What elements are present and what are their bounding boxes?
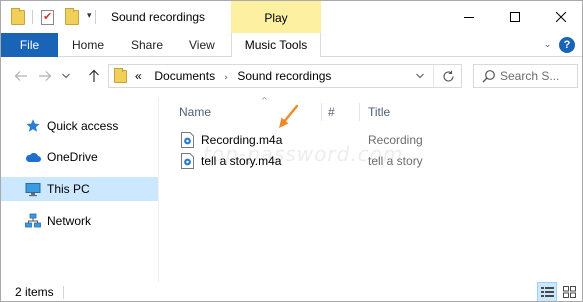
star-icon: [25, 118, 41, 134]
ribbon: File Home Share View Music Tools ⌄ ?: [1, 33, 582, 57]
breadcrumb-separator[interactable]: ›: [224, 73, 228, 83]
minimize-icon: [464, 17, 474, 18]
back-button[interactable]: [13, 66, 29, 86]
minimize-button[interactable]: [446, 1, 492, 33]
file-name: tell a story.m4a: [201, 154, 282, 168]
status-bar: 2 items: [1, 282, 582, 301]
divider: [63, 286, 64, 299]
title-bar[interactable]: ▾ Sound recordings Play: [1, 1, 582, 33]
nav-item-label: OneDrive: [47, 150, 98, 164]
refresh-icon: [442, 70, 454, 82]
file-row[interactable]: tell a story.m4a tell a story: [177, 150, 577, 172]
file-list: ^ Name # Title top-password.com Recordin…: [161, 96, 582, 282]
properties-icon[interactable]: [41, 8, 54, 26]
column-header-label: #: [328, 105, 335, 119]
explorer-window: ▾ Sound recordings Play File Home Share …: [0, 0, 583, 302]
details-view-icon: [540, 287, 554, 297]
back-arrow-icon: [14, 71, 27, 81]
nav-item-label: Quick access: [47, 119, 119, 133]
forward-arrow-icon: [39, 71, 52, 81]
file-title: Recording: [368, 133, 423, 147]
recent-locations-button[interactable]: [59, 66, 73, 86]
close-button[interactable]: [538, 1, 582, 33]
search-icon: [482, 70, 495, 83]
folder-icon: [114, 68, 127, 83]
up-arrow-icon: [89, 69, 99, 82]
breadcrumb: « Documents › Sound recordings: [135, 69, 331, 83]
forward-button[interactable]: [37, 66, 53, 86]
column-header-label: Name: [179, 105, 212, 119]
file-name: Recording.m4a: [201, 133, 283, 147]
search-box[interactable]: [473, 64, 578, 88]
tab-home[interactable]: Home: [72, 33, 104, 57]
details-view-button[interactable]: [537, 282, 557, 301]
breadcrumb-overflow[interactable]: «: [135, 69, 142, 83]
help-button[interactable]: ?: [559, 37, 575, 53]
column-divider[interactable]: [359, 103, 360, 121]
column-header-label: Title: [368, 105, 391, 119]
chevron-down-icon: [62, 73, 70, 79]
network-icon: [25, 213, 41, 229]
nav-item-onedrive[interactable]: OneDrive: [1, 145, 158, 169]
file-title: tell a story: [368, 154, 423, 168]
large-icons-view-button[interactable]: [559, 282, 579, 301]
column-header-title[interactable]: Title: [368, 100, 488, 124]
nav-item-label: Network: [47, 214, 92, 228]
refresh-button[interactable]: [433, 65, 462, 87]
column-header-number[interactable]: #: [328, 100, 358, 124]
breadcrumb-documents[interactable]: Documents: [154, 69, 215, 83]
chevron-down-icon: [416, 73, 424, 79]
nav-item-network[interactable]: Network: [1, 209, 158, 233]
item-count: 2 items: [15, 285, 54, 299]
nav-item-this-pc[interactable]: This PC: [1, 177, 158, 201]
tab-view[interactable]: View: [189, 33, 215, 57]
annotation-arrow-icon: [279, 104, 299, 128]
tab-share[interactable]: Share: [131, 33, 163, 57]
title-separator-icon: [95, 8, 96, 26]
navigation-pane: Quick access OneDrive This PC Network: [1, 97, 161, 282]
tab-file[interactable]: File: [1, 33, 58, 57]
breadcrumb-sound-recordings[interactable]: Sound recordings: [237, 69, 331, 83]
column-divider[interactable]: [321, 103, 322, 121]
file-row[interactable]: Recording.m4a Recording: [177, 129, 577, 151]
nav-item-label: This PC: [47, 182, 90, 196]
maximize-icon: [510, 12, 520, 22]
new-folder-icon[interactable]: [65, 7, 79, 26]
divider: [32, 10, 33, 24]
nav-item-quick-access[interactable]: Quick access: [1, 114, 158, 138]
maximize-button[interactable]: [492, 1, 538, 33]
up-button[interactable]: [85, 66, 103, 86]
tab-music-tools[interactable]: Music Tools: [231, 33, 321, 57]
pane-splitter[interactable]: [158, 97, 159, 282]
audio-file-icon: [181, 132, 194, 148]
folder-app-icon[interactable]: [11, 7, 25, 26]
search-input[interactable]: [500, 66, 576, 86]
address-history-button[interactable]: [413, 69, 427, 83]
cloud-icon: [25, 149, 41, 165]
address-bar[interactable]: « Documents › Sound recordings: [108, 64, 462, 88]
close-icon: [556, 12, 566, 22]
customize-toolbar-dropdown-icon[interactable]: ▾: [87, 11, 92, 21]
play-label: Play: [264, 11, 288, 25]
expand-ribbon-chevron-icon[interactable]: ⌄: [541, 38, 554, 51]
computer-icon: [25, 181, 41, 197]
audio-file-icon: [181, 153, 194, 169]
navigation-row: « Documents › Sound recordings: [1, 57, 582, 97]
large-icons-view-icon: [562, 286, 576, 298]
window-title: Sound recordings: [111, 10, 206, 24]
sort-ascending-icon: ^: [261, 96, 268, 105]
